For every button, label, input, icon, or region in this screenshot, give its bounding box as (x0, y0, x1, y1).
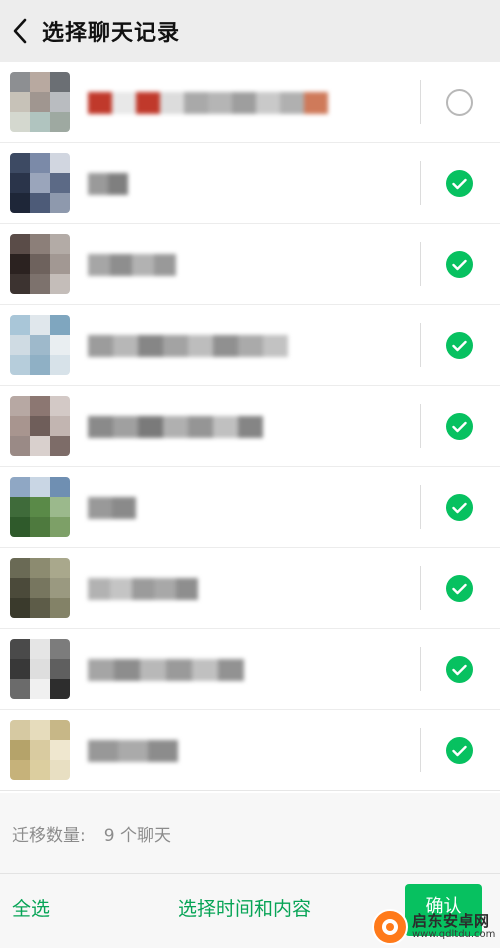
migrate-count-label: 迁移数量: (12, 825, 86, 846)
chat-row[interactable] (0, 386, 500, 467)
avatar (10, 720, 70, 780)
empty-circle-icon[interactable] (446, 89, 473, 116)
row-divider (420, 485, 421, 529)
chat-name-blurred (88, 578, 198, 600)
chat-name-blurred (88, 92, 328, 114)
watermark-logo-icon (372, 909, 408, 945)
row-divider (420, 323, 421, 367)
row-divider (420, 404, 421, 448)
checkmark-icon[interactable] (446, 170, 473, 197)
avatar (10, 396, 70, 456)
checkmark-icon[interactable] (446, 413, 473, 440)
title-bar: 选择聊天记录 (0, 0, 500, 62)
migrate-count-value: 9 个聊天 (103, 825, 171, 846)
row-divider (420, 80, 421, 124)
chat-name-blurred (88, 335, 288, 357)
checkmark-icon[interactable] (446, 737, 473, 764)
checkmark-icon[interactable] (446, 251, 473, 278)
chat-name-blurred (88, 173, 128, 195)
watermark-title: 启东安卓网 (412, 911, 490, 930)
chat-row[interactable] (0, 548, 500, 629)
chat-name-blurred (88, 740, 178, 762)
watermark-url: www.qdltdu.com (412, 928, 496, 940)
migrate-count-bar: 迁移数量: 9 个聊天 (0, 793, 500, 873)
row-divider (420, 728, 421, 772)
avatar (10, 558, 70, 618)
chat-row[interactable] (0, 629, 500, 710)
avatar (10, 639, 70, 699)
chat-name-blurred (88, 497, 136, 519)
chat-name-blurred (88, 416, 263, 438)
avatar (10, 153, 70, 213)
row-divider (420, 161, 421, 205)
avatar (10, 477, 70, 537)
select-all-button[interactable]: 全选 (12, 894, 50, 921)
chat-row[interactable] (0, 224, 500, 305)
checkmark-icon[interactable] (446, 575, 473, 602)
row-divider (420, 566, 421, 610)
row-divider (420, 647, 421, 691)
chat-name-blurred (88, 254, 176, 276)
avatar (10, 72, 70, 132)
checkmark-icon[interactable] (446, 332, 473, 359)
back-button[interactable] (0, 0, 40, 62)
chevron-left-icon (13, 18, 27, 44)
avatar (10, 234, 70, 294)
chat-row[interactable] (0, 143, 500, 224)
chat-row[interactable] (0, 710, 500, 791)
select-time-content-button[interactable]: 选择时间和内容 (178, 894, 311, 921)
checkmark-icon[interactable] (446, 494, 473, 521)
checkmark-icon[interactable] (446, 656, 473, 683)
row-divider (420, 242, 421, 286)
avatar (10, 315, 70, 375)
watermark: 启东安卓网 www.qdltdu.com (372, 906, 500, 948)
chat-row[interactable] (0, 62, 500, 143)
chat-row[interactable] (0, 305, 500, 386)
chat-list (0, 62, 500, 791)
chat-name-blurred (88, 659, 244, 681)
chat-row[interactable] (0, 467, 500, 548)
page-title: 选择聊天记录 (42, 21, 181, 46)
